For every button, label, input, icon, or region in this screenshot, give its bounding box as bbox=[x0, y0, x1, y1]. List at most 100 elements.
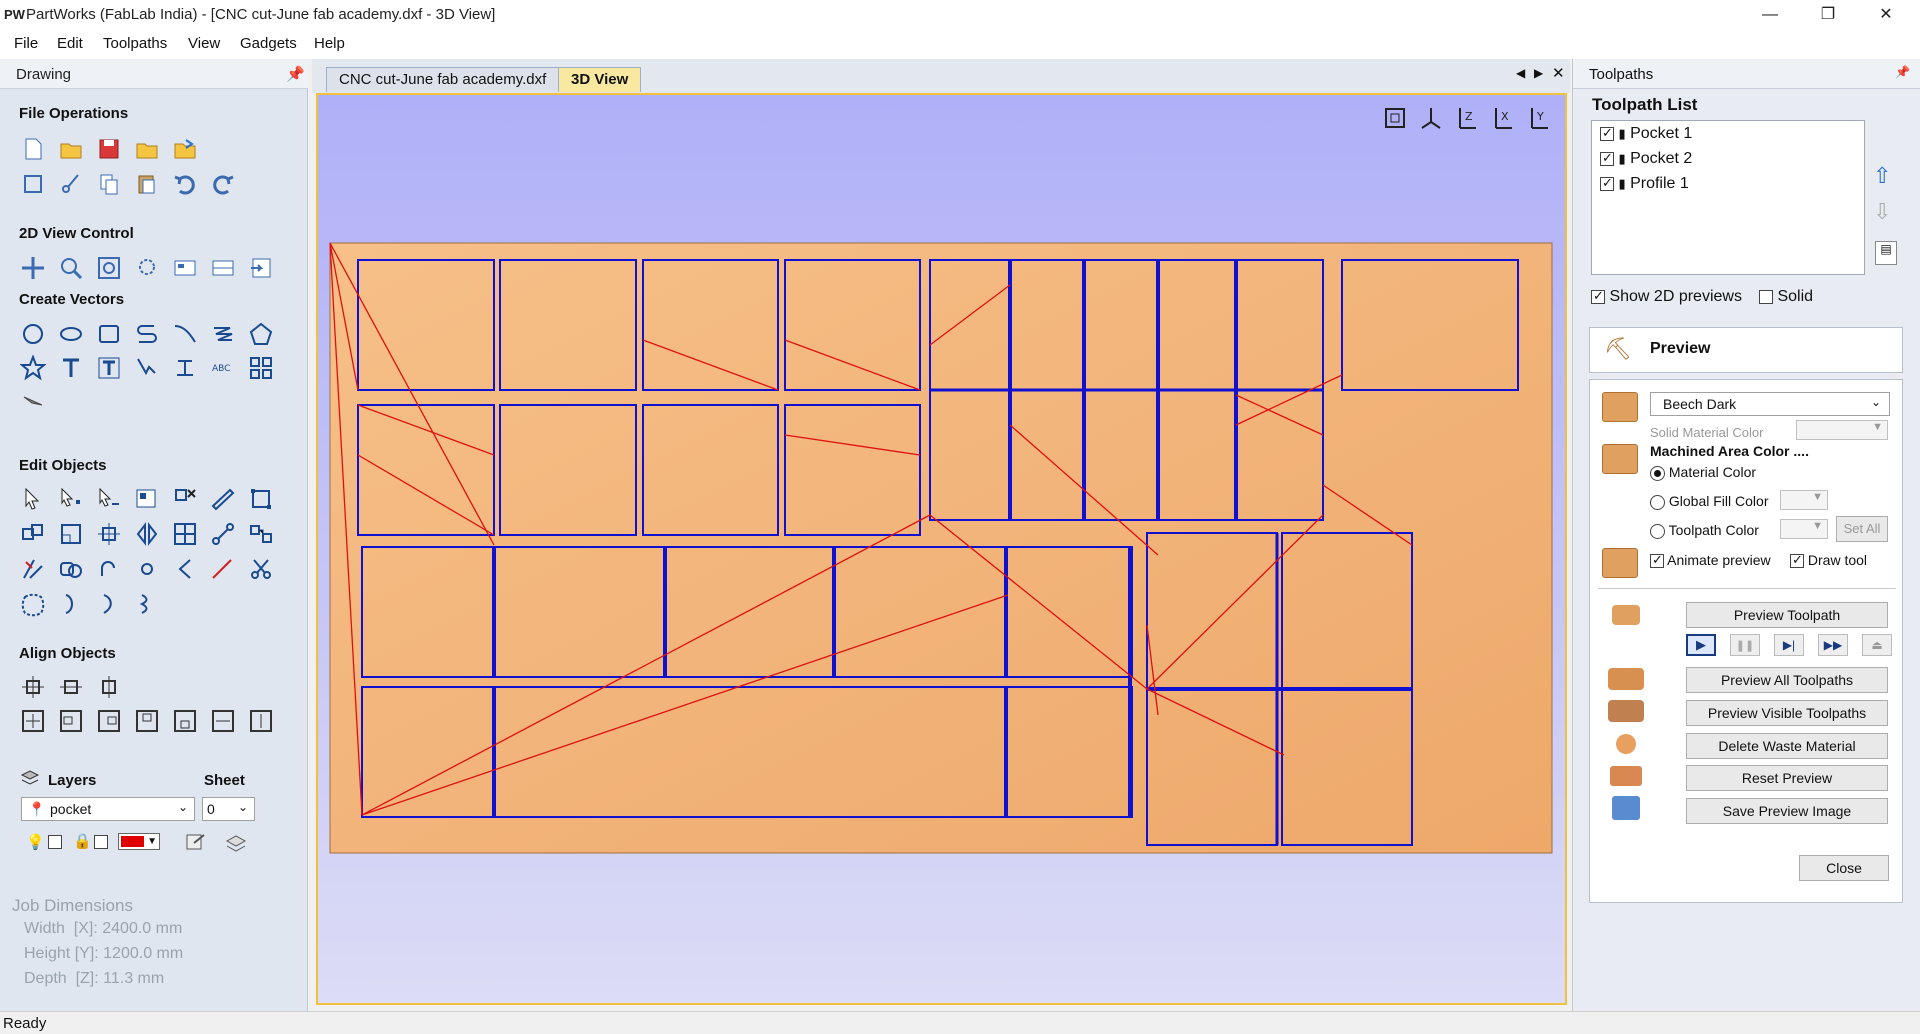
scissors-icon[interactable] bbox=[246, 554, 276, 584]
play-icon[interactable]: ▶ bbox=[1686, 634, 1716, 656]
animate-preview-checkbox[interactable] bbox=[1650, 552, 1664, 569]
dogbone-icon[interactable] bbox=[132, 554, 162, 584]
tab-close-icon[interactable]: ✕ bbox=[1552, 64, 1565, 82]
layer-color-button[interactable]: ▼ bbox=[118, 833, 160, 850]
text-on-curve-icon[interactable] bbox=[132, 353, 162, 383]
fit-view-icon[interactable] bbox=[1380, 103, 1410, 133]
text-icon[interactable] bbox=[56, 353, 86, 383]
restore-button[interactable]: ❐ bbox=[1800, 0, 1856, 29]
close-window-button[interactable]: ✕ bbox=[1858, 0, 1914, 29]
redo-icon[interactable] bbox=[208, 169, 238, 199]
transform-icon[interactable] bbox=[94, 484, 124, 514]
z-view-icon[interactable]: Z bbox=[1452, 103, 1482, 133]
job-setup-icon[interactable] bbox=[18, 169, 48, 199]
preview-visible-toolpaths-button[interactable]: Preview Visible Toolpaths bbox=[1686, 700, 1888, 726]
toolpath-item[interactable]: ▮ Profile 1 bbox=[1600, 175, 1689, 193]
animate-preview-option[interactable]: Animate preview bbox=[1650, 552, 1771, 569]
toolpath-color-option[interactable]: Toolpath Color bbox=[1650, 522, 1759, 539]
preview-all-toolpaths-button[interactable]: Preview All Toolpaths bbox=[1686, 667, 1888, 693]
polyline-icon[interactable] bbox=[132, 319, 162, 349]
tab-3d-view[interactable]: 3D View bbox=[558, 67, 642, 92]
save-preview-image-button[interactable]: Save Preview Image bbox=[1686, 798, 1888, 824]
curve-fit-icon[interactable] bbox=[94, 589, 124, 619]
align-h-center-icon[interactable] bbox=[56, 672, 86, 702]
align-top-icon[interactable] bbox=[132, 706, 162, 736]
toolpath-checkbox[interactable] bbox=[1600, 125, 1614, 141]
move-up-icon[interactable]: ⇧ bbox=[1873, 163, 1899, 191]
layer-select[interactable]: 📍 pocket ⌄ bbox=[21, 797, 195, 821]
minimize-button[interactable]: — bbox=[1742, 0, 1798, 29]
import-icon[interactable] bbox=[132, 134, 162, 164]
y-view-icon[interactable]: Y bbox=[1524, 103, 1554, 133]
polygon-icon[interactable] bbox=[246, 319, 276, 349]
curve-icon[interactable] bbox=[208, 319, 238, 349]
pan-icon[interactable] bbox=[18, 253, 48, 283]
toolpath-checkbox[interactable] bbox=[1600, 175, 1614, 191]
bitmap-icon[interactable] bbox=[132, 484, 162, 514]
align-v-center-icon[interactable] bbox=[94, 672, 124, 702]
show-2d-checkbox[interactable] bbox=[1591, 288, 1605, 304]
show-2d-previews[interactable]: Show 2D previews bbox=[1591, 288, 1742, 306]
arc-icon[interactable] bbox=[170, 319, 200, 349]
space-horizontal-icon[interactable] bbox=[208, 706, 238, 736]
zoom-extents-icon[interactable] bbox=[94, 253, 124, 283]
rectangle-icon[interactable] bbox=[94, 319, 124, 349]
move-down-icon[interactable]: ⇩ bbox=[1873, 199, 1899, 227]
layer-properties-icon[interactable] bbox=[184, 831, 208, 857]
lightbulb-icon[interactable]: 💡 bbox=[26, 833, 45, 851]
align-page-center-icon[interactable] bbox=[18, 706, 48, 736]
layer-visible-checkbox[interactable] bbox=[48, 835, 62, 849]
global-fill-color-select[interactable]: ▼ bbox=[1780, 490, 1828, 510]
material-color-option[interactable]: Material Color bbox=[1650, 464, 1756, 481]
3d-viewport[interactable]: Z X Y bbox=[316, 93, 1567, 1005]
layer-manager-icon[interactable] bbox=[224, 831, 248, 857]
menu-view[interactable]: View bbox=[188, 35, 220, 52]
offset-icon[interactable] bbox=[56, 554, 86, 584]
pin-icon[interactable]: 📌 bbox=[286, 65, 305, 83]
material-color-radio[interactable] bbox=[1650, 465, 1665, 481]
layer-toggle-icon[interactable] bbox=[246, 253, 276, 283]
ungroup-icon[interactable] bbox=[56, 519, 86, 549]
grid-array-icon[interactable] bbox=[170, 519, 200, 549]
snap-grid-icon[interactable] bbox=[170, 253, 200, 283]
delete-node-icon[interactable] bbox=[170, 484, 200, 514]
toolpath-item[interactable]: ▮ Pocket 2 bbox=[1600, 150, 1692, 168]
menu-help[interactable]: Help bbox=[314, 35, 345, 52]
save-icon[interactable] bbox=[94, 134, 124, 164]
fast-forward-icon[interactable]: ▶▶ bbox=[1818, 634, 1848, 656]
step-forward-icon[interactable]: ▶| bbox=[1774, 634, 1804, 656]
open-file-icon[interactable] bbox=[56, 134, 86, 164]
close-button[interactable]: Close bbox=[1799, 855, 1889, 881]
smooth-icon[interactable] bbox=[18, 589, 48, 619]
delete-waste-material-button[interactable]: Delete Waste Material bbox=[1686, 733, 1888, 759]
lock-icon[interactable]: 🔒 bbox=[73, 832, 92, 850]
select-icon[interactable] bbox=[18, 484, 48, 514]
star-icon[interactable] bbox=[18, 353, 48, 383]
new-file-icon[interactable] bbox=[18, 134, 48, 164]
node-edit-icon[interactable] bbox=[56, 484, 86, 514]
pause-icon[interactable]: ❚❚ bbox=[1730, 634, 1760, 656]
toolpath-checkbox[interactable] bbox=[1600, 150, 1614, 166]
align-center-icon[interactable] bbox=[18, 672, 48, 702]
fillet-icon[interactable] bbox=[18, 387, 48, 417]
extend-icon[interactable] bbox=[208, 554, 238, 584]
tab-scroll-left-icon[interactable]: ◀ bbox=[1516, 66, 1525, 80]
center-object-icon[interactable] bbox=[94, 519, 124, 549]
menu-gadgets[interactable]: Gadgets bbox=[240, 35, 297, 52]
measure-icon[interactable] bbox=[208, 484, 238, 514]
circle-icon[interactable] bbox=[18, 319, 48, 349]
material-select[interactable]: Beech Dark ⌄ bbox=[1650, 392, 1890, 416]
iso-view-icon[interactable] bbox=[1416, 103, 1446, 133]
global-fill-radio[interactable] bbox=[1650, 494, 1665, 510]
export-icon[interactable] bbox=[170, 134, 200, 164]
fillet-corner-icon[interactable] bbox=[94, 554, 124, 584]
set-all-button[interactable]: Set All bbox=[1836, 516, 1888, 542]
group-icon[interactable] bbox=[18, 519, 48, 549]
bend-text-icon[interactable] bbox=[170, 353, 200, 383]
menu-edit[interactable]: Edit bbox=[57, 35, 83, 52]
cut-icon[interactable] bbox=[56, 169, 86, 199]
ellipse-icon[interactable] bbox=[56, 319, 86, 349]
undo-icon[interactable] bbox=[170, 169, 200, 199]
toolpath-summary-icon[interactable]: ▤ bbox=[1875, 241, 1897, 265]
chevron-left-icon[interactable] bbox=[170, 554, 200, 584]
